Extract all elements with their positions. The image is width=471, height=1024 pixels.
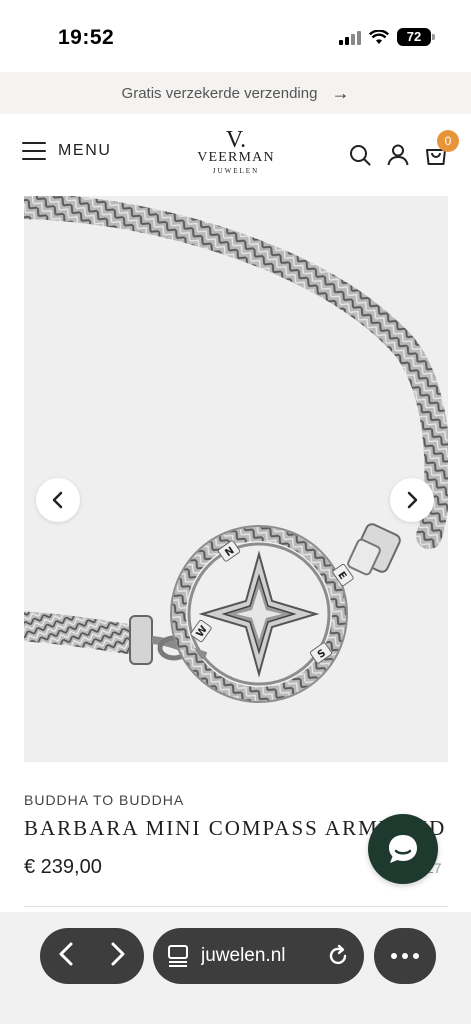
menu-button[interactable]: MENU xyxy=(22,142,112,160)
status-bar: 19:52 72 xyxy=(0,0,471,72)
previous-image-button[interactable] xyxy=(36,478,80,522)
product-brand[interactable]: BUDDHA TO BUDDHA xyxy=(24,792,184,808)
more-icon xyxy=(391,953,397,959)
more-button[interactable] xyxy=(374,928,436,984)
chevron-right-icon xyxy=(111,942,125,965)
search-icon[interactable] xyxy=(349,144,371,166)
menu-label: MENU xyxy=(58,142,112,159)
hamburger-icon xyxy=(22,142,46,160)
signal-icon xyxy=(339,29,361,45)
chevron-left-icon xyxy=(52,491,63,509)
address-bar[interactable]: juwelen.nl xyxy=(153,928,364,984)
logo-name: VEERMAN xyxy=(197,150,275,165)
cart-button[interactable]: 0 xyxy=(425,130,459,166)
product-price: € 239,00 xyxy=(24,856,102,878)
site-header: MENU V. VEERMAN JUWELEN 0 xyxy=(0,114,471,196)
status-icons: 72 xyxy=(339,28,435,46)
next-image-button[interactable] xyxy=(390,478,434,522)
arrow-right-icon: → xyxy=(331,82,350,103)
url-text: juwelen.nl xyxy=(201,945,286,966)
browser-toolbar: juwelen.nl xyxy=(0,912,471,1024)
header-actions: 0 xyxy=(349,130,459,166)
tabs-icon[interactable] xyxy=(167,944,189,968)
reload-icon[interactable] xyxy=(326,944,350,968)
user-icon[interactable] xyxy=(387,144,409,166)
back-button[interactable] xyxy=(57,941,75,972)
logo-sub: JUWELEN xyxy=(212,167,260,175)
announcement-bar[interactable]: Gratis verzekerde verzending → xyxy=(0,72,471,114)
status-time: 19:52 xyxy=(58,26,115,49)
site-logo[interactable]: V. VEERMAN JUWELEN xyxy=(196,127,276,176)
bracelet-image: N E W S xyxy=(24,196,448,703)
chevron-left-icon xyxy=(59,942,73,965)
product-image-gallery[interactable]: N E W S xyxy=(24,196,448,762)
cart-count-badge: 0 xyxy=(437,130,459,152)
logo-mark: V. xyxy=(225,127,247,153)
browser-nav-buttons xyxy=(40,928,144,984)
forward-button[interactable] xyxy=(109,941,127,972)
wifi-icon xyxy=(369,29,389,45)
chat-button[interactable] xyxy=(368,814,438,884)
battery-indicator: 72 xyxy=(397,28,435,46)
announcement-text: Gratis verzekerde verzending xyxy=(121,84,318,102)
divider xyxy=(24,906,448,907)
chat-bubble-icon xyxy=(389,835,417,863)
chevron-right-icon xyxy=(407,491,418,509)
